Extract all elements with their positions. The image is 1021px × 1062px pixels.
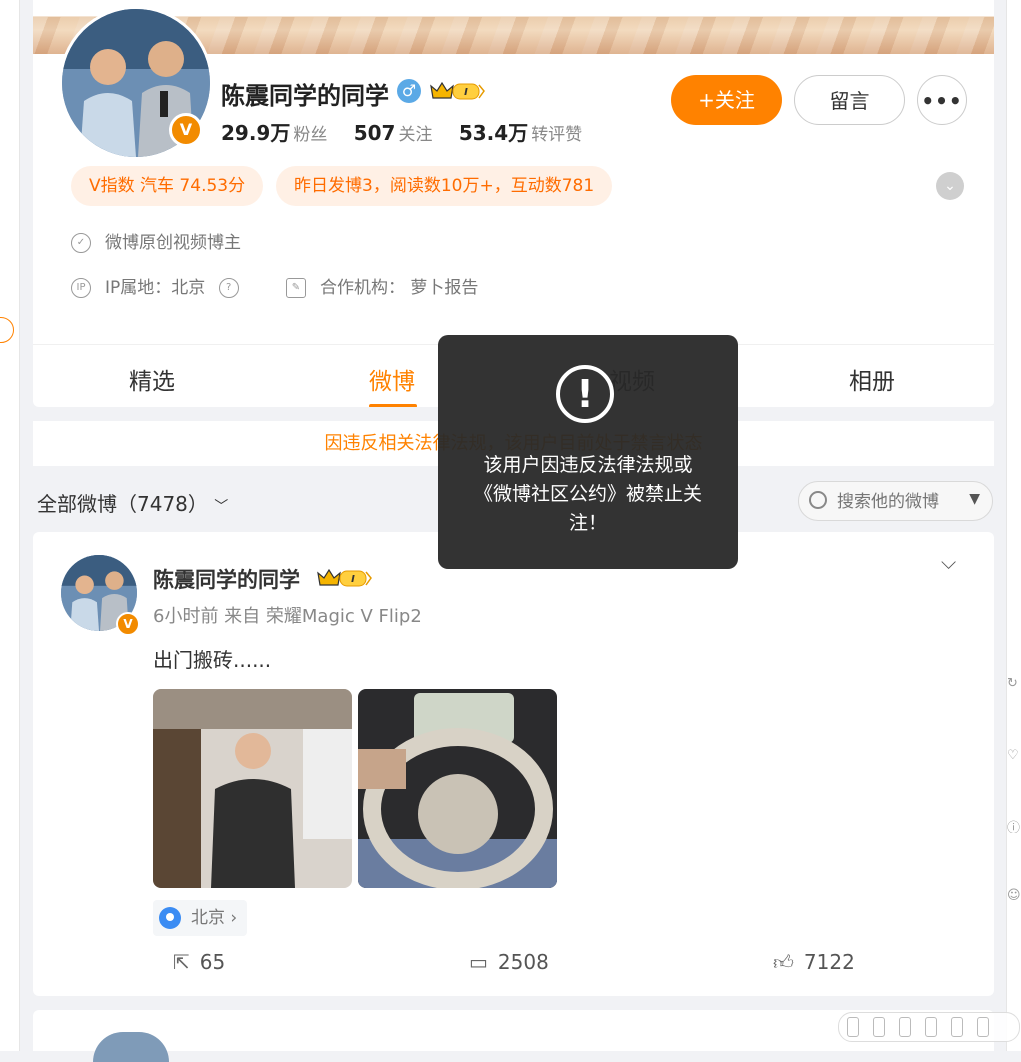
fans-stat[interactable]: 29.9万 粉丝 <box>221 117 327 146</box>
agency-icon: ✎ <box>286 278 306 298</box>
repost-icon: ⇱ <box>173 950 190 974</box>
left-sidebar-strip <box>0 0 20 1051</box>
verified-badge: V <box>169 113 203 147</box>
active-tab-indicator <box>369 404 417 407</box>
tab-album[interactable]: 相册 <box>849 362 895 396</box>
post-menu-chevron-icon[interactable]: ⌵ <box>941 550 956 574</box>
gender-icon: ♂ <box>397 79 421 103</box>
ip-icon: IP <box>71 278 91 298</box>
following-stat[interactable]: 507 关注 <box>354 120 433 145</box>
chevron-down-icon: ﹀ <box>214 499 229 515</box>
tab-featured[interactable]: 精选 <box>129 362 175 396</box>
right-info-icon[interactable]: ⓘ <box>1007 817 1021 833</box>
like-button[interactable]: 👍︎ 7122 <box>773 950 855 975</box>
floating-toolbar[interactable] <box>838 1012 1020 1042</box>
post-photo-2[interactable] <box>358 689 557 888</box>
search-input[interactable] <box>835 487 959 517</box>
like-icon: 👍︎ <box>773 950 794 974</box>
tab-weibo[interactable]: 微博 <box>369 362 415 396</box>
vip-crown-icon[interactable]: I <box>316 567 372 589</box>
expand-chevron-icon[interactable]: ⌄ <box>936 172 964 200</box>
right-sidebar-strip: ↻ ♡ ⓘ ☺ <box>1006 0 1021 1051</box>
comment-icon: ▭ <box>469 950 488 974</box>
location-pin-icon <box>159 907 181 929</box>
activity-tag[interactable]: 昨日发博3，阅读数10万+，互动数781 <box>276 166 613 206</box>
search-dropdown-icon[interactable]: ▼ <box>969 491 980 507</box>
more-options-button[interactable]: ••• <box>917 75 967 125</box>
vip-crown-icon[interactable]: I <box>429 80 485 102</box>
comment-button[interactable]: ▭ 2508 <box>469 950 549 974</box>
help-icon[interactable]: ? <box>218 278 239 298</box>
weibo-filter-dropdown[interactable]: 全部微博（7478） ﹀ <box>37 488 228 517</box>
svg-text:I: I <box>464 87 468 98</box>
post-location[interactable]: 北京 › <box>153 900 248 936</box>
search-icon <box>809 491 827 509</box>
reposts-stat: 53.4万 转评赞 <box>458 121 583 145</box>
svg-text:I: I <box>351 574 355 585</box>
post-author-name[interactable]: 陈震同学的同学 <box>153 564 300 594</box>
profile-name: 陈震同学的同学 <box>221 82 389 110</box>
right-user-icon[interactable]: ☺ <box>1007 888 1021 904</box>
follow-blocked-toast: ! 该用户因违反法律法规或《微博社区公约》被禁止关注！ <box>438 335 738 569</box>
ip-info: IP IP属地：北京 ? <box>71 273 253 298</box>
post-meta: 6小时前 来自 荣耀Magic V Flip2 <box>153 606 422 627</box>
post-avatar[interactable] <box>93 1032 169 1062</box>
weibo-post: V 陈震同学的同学 I 6小时前 来自 荣耀Magic V Flip2 ⌵ 出门… <box>33 532 994 996</box>
repost-button[interactable]: ⇱ 65 <box>173 950 225 974</box>
message-button[interactable]: 留言 <box>794 75 905 125</box>
creator-info: ✓ 微博原创视频博主 <box>71 228 241 253</box>
agency-info: ✎ 合作机构： 萝卜报告 <box>286 273 478 298</box>
toast-message: 该用户因违反法律法规或《微博社区公约》被禁止关注！ <box>473 454 702 534</box>
post-photo-1[interactable] <box>153 689 352 888</box>
right-refresh-icon[interactable]: ↻ <box>1007 676 1021 692</box>
weibo-search[interactable]: ▼ <box>798 481 993 521</box>
shield-icon: ✓ <box>71 233 91 253</box>
post-verified-badge: V <box>116 612 140 636</box>
v-index-tag[interactable]: V指数 汽车 74.53分 <box>71 166 264 206</box>
right-like-icon[interactable]: ♡ <box>1007 748 1021 764</box>
follow-button[interactable]: +关注 <box>671 75 782 125</box>
post-text: 出门搬砖...... <box>153 648 272 672</box>
profile-stats: 29.9万 粉丝 507 关注 53.4万 转评赞 <box>221 117 602 146</box>
warning-icon: ! <box>556 365 614 423</box>
